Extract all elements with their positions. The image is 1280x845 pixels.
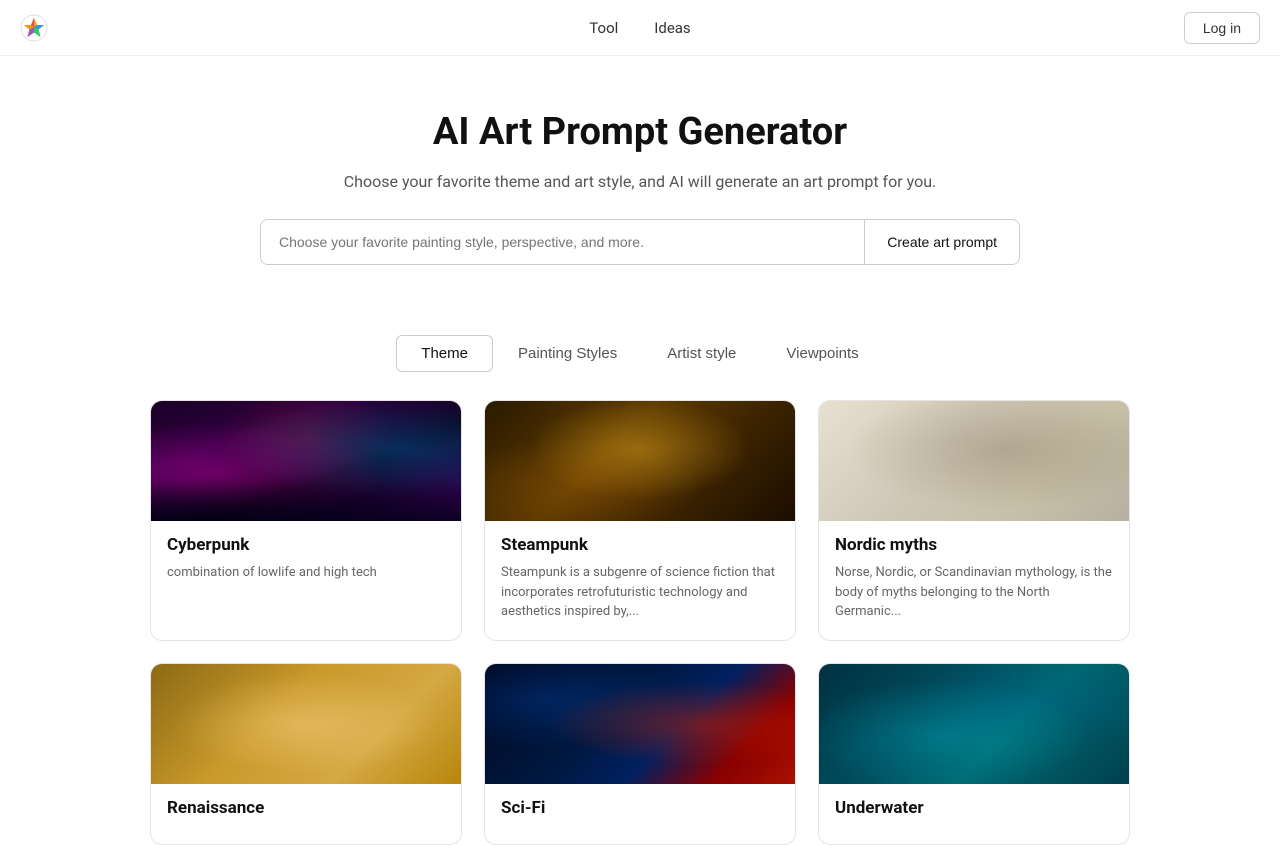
card-underwater-title: Underwater — [835, 798, 1113, 818]
card-cyberpunk-desc: combination of lowlife and high tech — [167, 563, 445, 583]
card-renaissance[interactable]: Renaissance — [150, 663, 462, 845]
logo-icon — [20, 14, 48, 42]
cards-grid: Cyberpunk combination of lowlife and hig… — [130, 400, 1150, 845]
nav-ideas-link[interactable]: Ideas — [654, 19, 690, 37]
card-nordic-myths[interactable]: Nordic myths Norse, Nordic, or Scandinav… — [818, 400, 1130, 641]
card-cyberpunk-image — [151, 401, 461, 521]
card-nordic-image — [819, 401, 1129, 521]
card-underwater[interactable]: Underwater — [818, 663, 1130, 845]
card-steampunk-desc: Steampunk is a subgenre of science ficti… — [501, 563, 779, 622]
card-cyberpunk[interactable]: Cyberpunk combination of lowlife and hig… — [150, 400, 462, 641]
hero-subtitle: Choose your favorite theme and art style… — [20, 172, 1260, 191]
card-cyberpunk-title: Cyberpunk — [167, 535, 445, 555]
card-scifi[interactable]: Sci-Fi — [484, 663, 796, 845]
card-scifi-title: Sci-Fi — [501, 798, 779, 818]
card-steampunk[interactable]: Steampunk Steampunk is a subgenre of sci… — [484, 400, 796, 641]
card-steampunk-image — [485, 401, 795, 521]
search-input[interactable] — [261, 220, 864, 264]
tab-artist-style[interactable]: Artist style — [642, 335, 761, 372]
card-scifi-image — [485, 664, 795, 784]
hero-section: AI Art Prompt Generator Choose your favo… — [0, 56, 1280, 335]
category-tabs: Theme Painting Styles Artist style Viewp… — [260, 335, 1020, 372]
tab-theme[interactable]: Theme — [396, 335, 493, 372]
create-art-prompt-button[interactable]: Create art prompt — [864, 220, 1019, 264]
search-bar: Create art prompt — [260, 219, 1020, 265]
nav-links: Tool Ideas — [589, 19, 690, 37]
tab-viewpoints[interactable]: Viewpoints — [761, 335, 883, 372]
tab-painting-styles[interactable]: Painting Styles — [493, 335, 642, 372]
card-nordic-desc: Norse, Nordic, or Scandinavian mythology… — [835, 563, 1113, 622]
card-renaissance-title: Renaissance — [167, 798, 445, 818]
card-renaissance-image — [151, 664, 461, 784]
page-title: AI Art Prompt Generator — [20, 110, 1260, 154]
card-underwater-image — [819, 664, 1129, 784]
login-button[interactable]: Log in — [1184, 12, 1260, 44]
nav-tool-link[interactable]: Tool — [589, 19, 618, 37]
navigation: Tool Ideas Log in — [0, 0, 1280, 56]
logo[interactable] — [20, 14, 48, 42]
card-nordic-title: Nordic myths — [835, 535, 1113, 555]
card-steampunk-title: Steampunk — [501, 535, 779, 555]
